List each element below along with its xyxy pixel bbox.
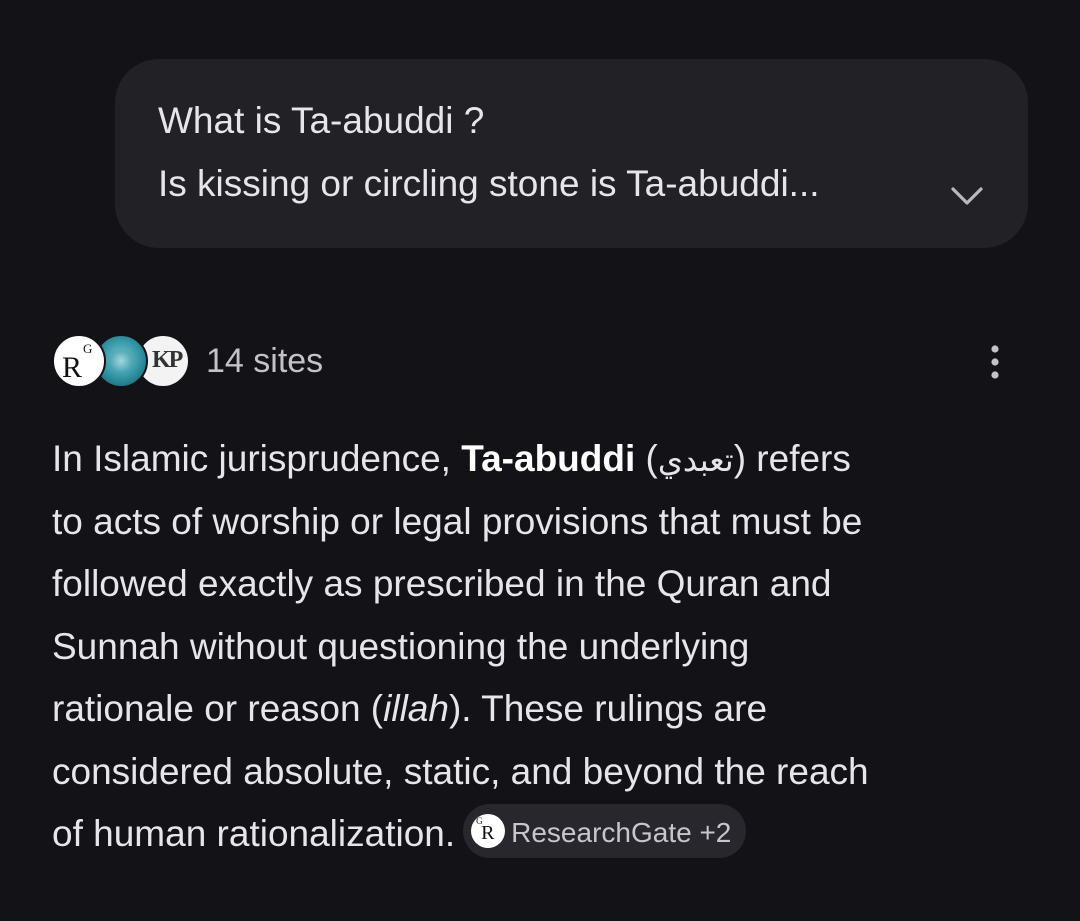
answer-line-4: Sunnah without questioning the underlyin…: [52, 625, 750, 667]
researchgate-favicon-letter: R: [62, 351, 83, 384]
more-vert-icon[interactable]: [980, 342, 1010, 382]
researchgate-icon-letter: R: [481, 822, 495, 845]
answer-term: Ta-abuddi: [461, 438, 636, 479]
answer-line-5-prefix: rationale or reason (: [52, 688, 384, 729]
chevron-down-icon[interactable]: [947, 181, 987, 209]
citation-chip[interactable]: R G ResearchGate +2: [463, 804, 747, 859]
sources-count[interactable]: 14 sites: [206, 341, 323, 381]
researchgate-favicon: RG: [52, 334, 106, 388]
answer-line-1-prefix: In Islamic jurisprudence,: [52, 438, 462, 479]
answer-arabic-term: تعبدي: [657, 441, 734, 479]
answer-line-1-open: (: [635, 438, 658, 479]
answer-line-3: followed exactly as prescribed in the Qu…: [52, 563, 832, 604]
answer-line-1: In Islamic jurisprudence, Ta-abuddi (تعب…: [52, 428, 1042, 491]
answer-line-7: of human rationalization. R G ResearchGate …: [52, 803, 1042, 866]
query-text-line-2: Is kissing or circling stone is Ta-abudd…: [158, 163, 820, 204]
answer-italic-term: illah: [383, 688, 449, 729]
answer-line-5: rationale or reason (illah). These rulin…: [52, 678, 1042, 741]
query-text-line-1: What is Ta-abuddi ?: [158, 100, 485, 141]
researchgate-icon-super: G: [476, 816, 483, 827]
answer-line-5-suffix: ). These rulings are: [448, 688, 768, 729]
answer-line-2: to acts of worship or legal provisions t…: [52, 500, 863, 542]
answer-line-6: considered absolute, static, and beyond …: [52, 750, 869, 792]
answer-line-7-text: of human rationalization.: [52, 813, 456, 854]
user-query-bubble[interactable]: What is Ta-abuddi ? Is kissing or circli…: [115, 59, 1028, 248]
kp-favicon-letters: KP: [152, 347, 183, 373]
sources-row[interactable]: RG KP 14 sites: [52, 334, 1012, 388]
researchgate-icon: RG: [471, 814, 506, 849]
citation-label: ResearchGate +2: [511, 817, 732, 849]
researchgate-favicon-super: G: [83, 341, 93, 356]
answer-line-1-suffix: ) refers: [733, 438, 851, 479]
answer-text: In Islamic jurisprudence, Ta-abuddi (تعب…: [52, 428, 1042, 866]
